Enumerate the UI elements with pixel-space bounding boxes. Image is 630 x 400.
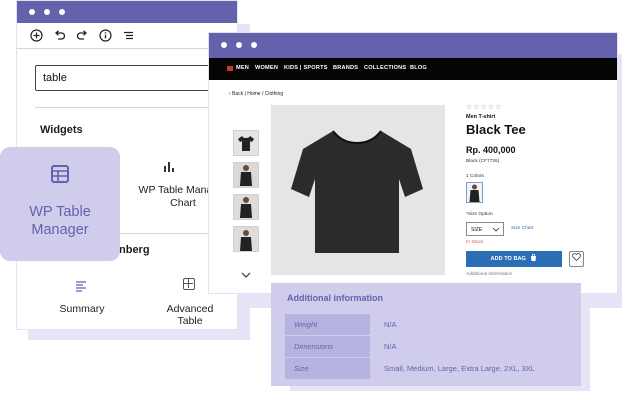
size-select[interactable]: SIZE xyxy=(466,222,504,236)
heart-icon xyxy=(572,253,581,262)
bag-icon xyxy=(531,253,537,261)
nav-kids-sports[interactable]: KIDS | SPORTS xyxy=(284,65,328,71)
additional-info-heading: Additional information xyxy=(287,293,383,303)
product-subtitle: Men T-shirt xyxy=(466,114,496,120)
size-option-label: *Size Option xyxy=(466,212,493,217)
product-price: Rp. 400,000 xyxy=(466,145,516,155)
plus-circle-icon[interactable] xyxy=(29,29,43,43)
advanced-table-block-label[interactable]: Advanced Table xyxy=(155,303,225,327)
window-titlebar xyxy=(17,1,237,23)
window-dot xyxy=(251,42,257,48)
info-key-dimensions: Dimensions xyxy=(285,336,370,357)
search-value: table xyxy=(43,72,67,84)
window-dot xyxy=(236,42,242,48)
product-thumbnail[interactable] xyxy=(233,162,259,188)
product-sku: Black (CF7726) xyxy=(466,159,500,164)
summary-block-label[interactable]: Summary xyxy=(57,303,107,315)
info-icon[interactable] xyxy=(98,29,112,43)
gutenberg-heading: nberg xyxy=(119,244,150,256)
info-key-size: Size xyxy=(285,358,370,379)
redo-icon[interactable] xyxy=(75,29,89,43)
nav-blog[interactable]: BLOG xyxy=(410,65,427,71)
widgets-heading: Widgets xyxy=(40,124,83,136)
divider xyxy=(17,48,237,49)
flag-icon xyxy=(227,66,233,71)
breadcrumb-path[interactable]: Home / Clothing xyxy=(247,91,283,97)
product-main-image xyxy=(271,105,445,275)
chevron-down-icon xyxy=(493,228,499,232)
list-view-icon[interactable] xyxy=(121,29,135,43)
rating-stars: ☆☆☆☆☆ xyxy=(466,104,503,111)
nav-men[interactable]: MEN xyxy=(236,65,249,71)
window-dot xyxy=(44,9,50,15)
info-value-weight: N/A xyxy=(384,320,397,329)
add-to-bag-label: ADD TO BAG xyxy=(490,256,526,262)
nav-brands[interactable]: BRANDS xyxy=(333,65,358,71)
additional-info-link[interactable]: Additional Information xyxy=(466,272,512,277)
chart-widget-icon xyxy=(157,161,181,176)
summary-icon xyxy=(75,279,89,292)
window-dot xyxy=(221,42,227,48)
window-dot xyxy=(29,9,35,15)
size-chart-link[interactable]: Size Chart xyxy=(511,226,533,231)
nav-women[interactable]: WOMEN xyxy=(255,65,278,71)
wishlist-button[interactable] xyxy=(569,251,584,267)
info-value-dimensions: N/A xyxy=(384,342,397,351)
nav-collections[interactable]: COLLECTIONS xyxy=(364,65,406,71)
breadcrumb: ‹ Back | Home / Clothing xyxy=(229,91,284,97)
window-titlebar xyxy=(209,33,617,58)
colors-label: 1 Colors xyxy=(466,174,484,179)
product-page-window: MEN WOMEN KIDS | SPORTS BRANDS COLLECTIO… xyxy=(208,32,618,294)
info-value-size: Small, Medium, Large, Extra Large, 2XL, … xyxy=(384,364,535,373)
store-navbar: MEN WOMEN KIDS | SPORTS BRANDS COLLECTIO… xyxy=(209,58,617,80)
color-swatch-black[interactable] xyxy=(466,182,483,203)
product-thumbnail[interactable] xyxy=(233,130,259,156)
wp-table-manager-label: WP Table Manager xyxy=(29,204,91,238)
info-key-weight: Weight xyxy=(285,314,370,335)
stock-status: In Stock xyxy=(466,240,484,245)
advanced-table-icon xyxy=(183,278,195,290)
size-select-value: SIZE xyxy=(471,227,483,233)
back-link[interactable]: ‹ Back xyxy=(229,91,243,97)
add-to-bag-button[interactable]: ADD TO BAG xyxy=(466,251,562,267)
chevron-down-icon[interactable] xyxy=(241,265,251,283)
table-icon xyxy=(51,165,69,183)
product-title: Black Tee xyxy=(466,122,526,137)
product-thumbnail[interactable] xyxy=(233,226,259,252)
window-dot xyxy=(59,9,65,15)
product-thumbnail[interactable] xyxy=(233,194,259,220)
undo-icon[interactable] xyxy=(52,29,66,43)
